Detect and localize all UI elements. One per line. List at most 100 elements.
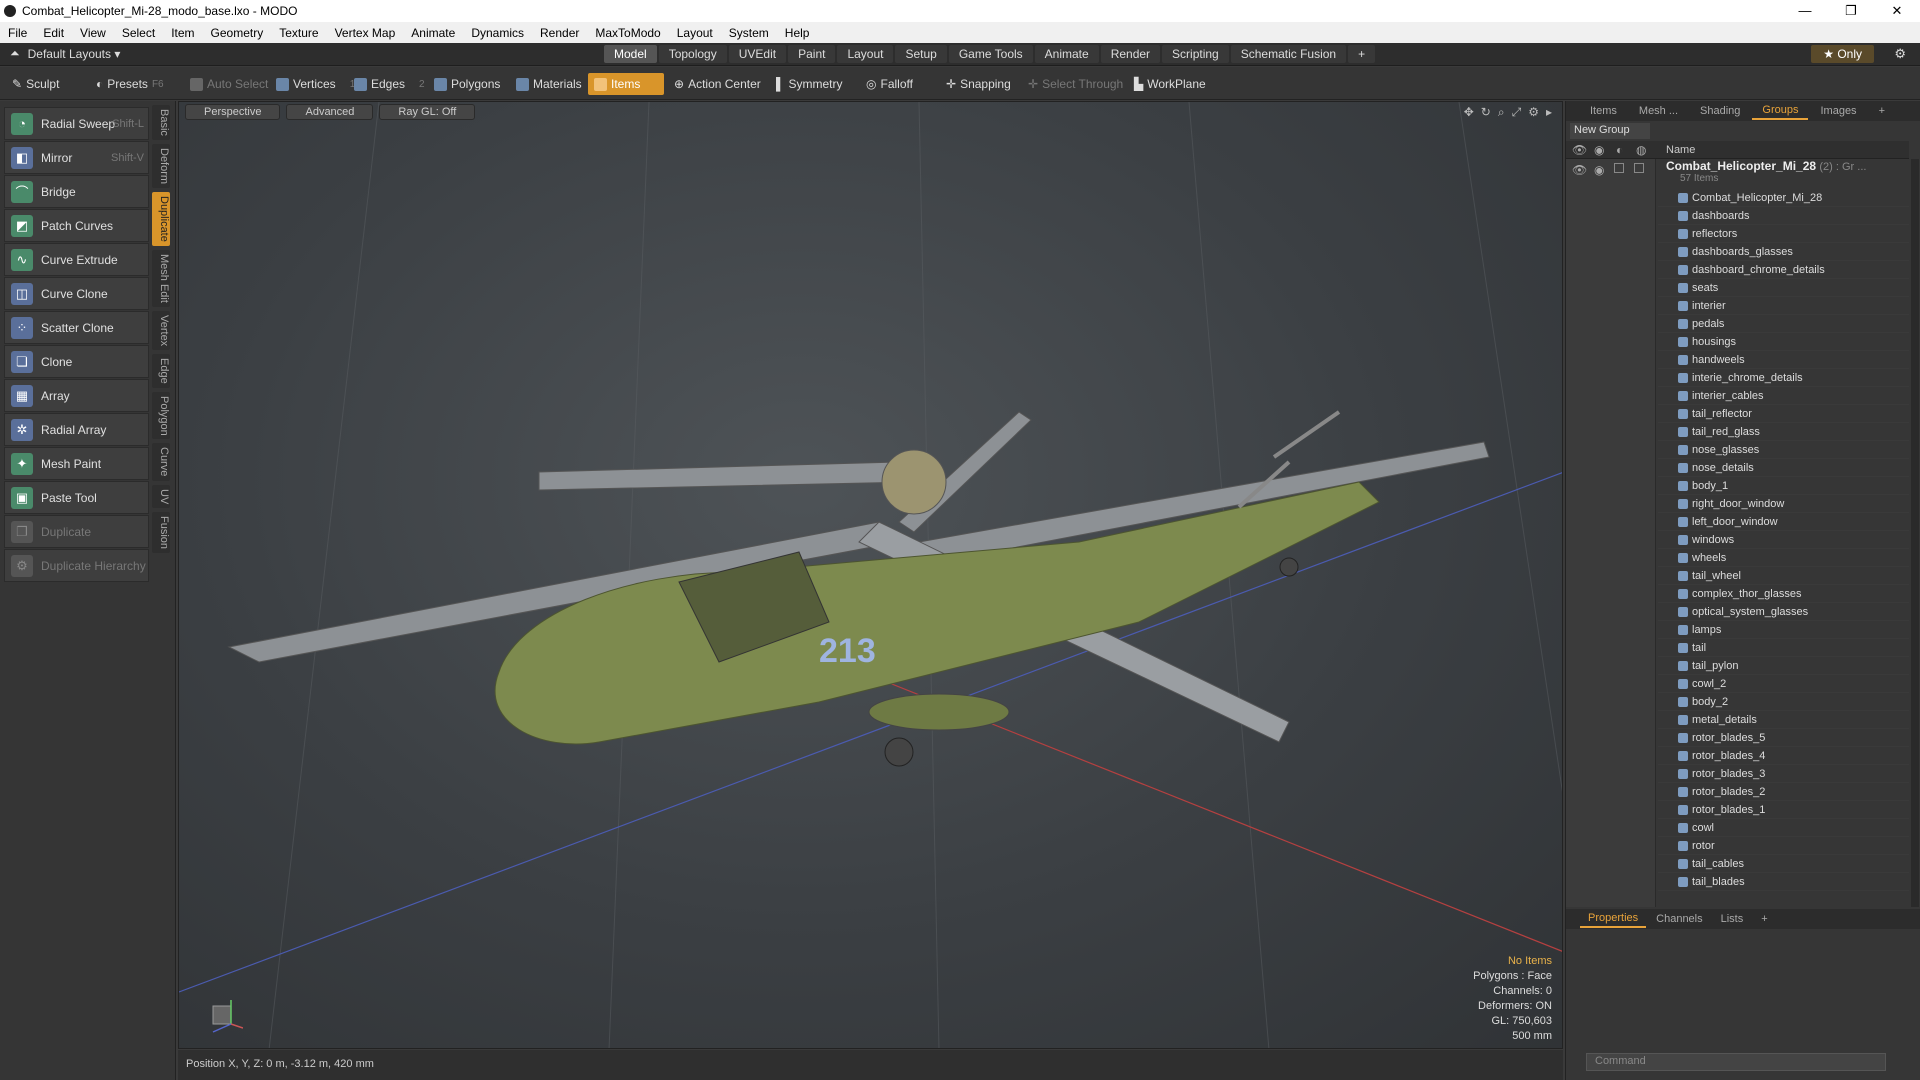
group-tree-item[interactable]: rotor_blades_3 [1658, 765, 1909, 783]
menu-vertex-map[interactable]: Vertex Map [327, 26, 404, 40]
group-tree-item[interactable]: tail [1658, 639, 1909, 657]
menu-geometry[interactable]: Geometry [203, 26, 272, 40]
group-tree-item[interactable]: optical_system_glasses [1658, 603, 1909, 621]
menu-texture[interactable]: Texture [271, 26, 326, 40]
zoom-icon[interactable]: ⌕ [1498, 105, 1505, 120]
array-button[interactable]: ▦ Array [4, 379, 149, 412]
group-tree-item[interactable]: rotor_blades_4 [1658, 747, 1909, 765]
clone-button[interactable]: ❏ Clone [4, 345, 149, 378]
add-tab-button[interactable]: + [1348, 45, 1376, 63]
menu-animate[interactable]: Animate [403, 26, 463, 40]
group-root-row[interactable]: Combat_Helicopter_Mi_28 (2) : Gr ... 57 … [1658, 159, 1909, 189]
group-tree-item[interactable]: body_1 [1658, 477, 1909, 495]
menu-view[interactable]: View [72, 26, 114, 40]
viewport-arrow-icon[interactable]: ▸ [1546, 105, 1552, 120]
tab-topology[interactable]: Topology [658, 45, 727, 63]
items-button[interactable]: Items [588, 73, 664, 95]
group-tree-item[interactable]: tail_pylon [1658, 657, 1909, 675]
group-tree-item[interactable]: left_door_window [1658, 513, 1909, 531]
helicopter-model[interactable]: 213 [227, 410, 1490, 767]
group-tree-item[interactable]: interier_cables [1658, 387, 1909, 405]
group-tree-item[interactable]: body_2 [1658, 693, 1909, 711]
group-tree-item[interactable]: cowl [1658, 819, 1909, 837]
tab-groups[interactable]: Groups [1752, 102, 1809, 120]
radial-array-button[interactable]: ✲ Radial Array [4, 413, 149, 446]
vtab-deform[interactable]: Deform [152, 143, 170, 188]
radial-sweep-button[interactable]: ◔ Radial Sweep Shift-L [4, 107, 149, 140]
command-input[interactable]: Command [1586, 1053, 1886, 1071]
menu-system[interactable]: System [721, 26, 777, 40]
group-tree-item[interactable]: rotor_blades_5 [1658, 729, 1909, 747]
group-tree-item[interactable]: metal_details [1658, 711, 1909, 729]
group-tree-item[interactable]: tail_cables [1658, 855, 1909, 873]
curve-clone-button[interactable]: ◫ Curve Clone [4, 277, 149, 310]
group-tree-item[interactable]: nose_glasses [1658, 441, 1909, 459]
tab-animate[interactable]: Animate [1034, 45, 1099, 63]
menu-item[interactable]: Item [163, 26, 202, 40]
group-tree-item[interactable]: Combat_Helicopter_Mi_28 [1658, 189, 1909, 207]
raygl-dropdown[interactable]: Ray GL: Off [379, 104, 476, 120]
duplicate-hierarchy-button[interactable]: ⚙ Duplicate Hierarchy [4, 549, 149, 582]
menu-dynamics[interactable]: Dynamics [463, 26, 532, 40]
group-tree-item[interactable]: wheels [1658, 549, 1909, 567]
edges-button[interactable]: Edges 2 [348, 73, 431, 95]
minimize-button[interactable]: — [1782, 0, 1828, 22]
bridge-button[interactable]: ⌒ Bridge [4, 175, 149, 208]
patch-curves-button[interactable]: ◩ Patch Curves [4, 209, 149, 242]
mesh-paint-button[interactable]: ✦ Mesh Paint [4, 447, 149, 480]
3d-viewport[interactable]: 213 Perspective Advanced Ray GL: Off ✥ ↻… [178, 101, 1563, 1049]
workplane-button[interactable]: ▙ WorkPlane [1128, 73, 1212, 95]
tab-channels[interactable]: Channels [1648, 911, 1710, 927]
viewport-gear-icon[interactable]: ⚙ [1528, 105, 1539, 120]
falloff-button[interactable]: ◎ Falloff [860, 73, 919, 95]
group-tree-item[interactable]: complex_thor_glasses [1658, 585, 1909, 603]
tab-model[interactable]: Model [604, 45, 657, 63]
group-tree-item[interactable]: reflectors [1658, 225, 1909, 243]
menu-render[interactable]: Render [532, 26, 587, 40]
group-tree-item[interactable]: lamps [1658, 621, 1909, 639]
curve-extrude-button[interactable]: ∿ Curve Extrude [4, 243, 149, 276]
menu-help[interactable]: Help [777, 26, 818, 40]
vtab-uv[interactable]: UV [152, 484, 170, 509]
lock-header-icon[interactable]: ◐ [1616, 143, 1623, 157]
duplicate-button[interactable]: ❐ Duplicate [4, 515, 149, 548]
select-header-icon[interactable]: ◍ [1636, 143, 1646, 157]
polygons-button[interactable]: Polygons [428, 73, 506, 95]
vtab-vertex[interactable]: Vertex [152, 310, 170, 350]
menu-edit[interactable]: Edit [35, 26, 72, 40]
auto-select-button[interactable]: Auto Select [184, 73, 274, 95]
rotate-icon[interactable]: ↻ [1481, 105, 1491, 120]
group-tree-item[interactable]: dashboards_glasses [1658, 243, 1909, 261]
visibility-header-icon[interactable]: 👁 [1572, 143, 1587, 157]
group-tree-item[interactable]: tail_blades [1658, 873, 1909, 891]
tab-scripting[interactable]: Scripting [1162, 45, 1229, 63]
group-lock-checkbox[interactable] [1614, 163, 1624, 173]
action-center-button[interactable]: ⊕ Action Center [668, 73, 767, 95]
vtab-curve[interactable]: Curve [152, 443, 170, 481]
advanced-dropdown[interactable]: Advanced [286, 104, 374, 120]
tab-items[interactable]: Items [1580, 103, 1627, 119]
group-tree-item[interactable]: seats [1658, 279, 1909, 297]
symmetry-button[interactable]: ▌ Symmetry [770, 73, 849, 95]
vtab-polygon[interactable]: Polygon [152, 391, 170, 440]
scene-canvas[interactable]: 213 [179, 102, 1563, 1049]
tab-properties[interactable]: Properties [1580, 910, 1647, 928]
group-tree-item[interactable]: right_door_window [1658, 495, 1909, 513]
vtab-duplicate[interactable]: Duplicate [152, 191, 170, 246]
tab-lists[interactable]: Lists [1713, 911, 1752, 927]
paste-tool-button[interactable]: ▣ Paste Tool [4, 481, 149, 514]
close-button[interactable]: ✕ [1874, 0, 1920, 22]
render-header-icon[interactable]: ◉ [1594, 143, 1604, 157]
group-tree-item[interactable]: housings [1658, 333, 1909, 351]
select-through-button[interactable]: ✛ Select Through [1022, 73, 1129, 95]
menu-layout[interactable]: Layout [669, 26, 721, 40]
maximize-button[interactable]: ❐ [1828, 0, 1874, 22]
tree-scrollbar[interactable] [1911, 159, 1919, 907]
menu-file[interactable]: File [0, 26, 35, 40]
tab-shading[interactable]: Shading [1690, 103, 1750, 119]
group-tree-item[interactable]: tail_wheel [1658, 567, 1909, 585]
tab-paint[interactable]: Paint [788, 45, 836, 63]
menu-select[interactable]: Select [114, 26, 163, 40]
name-column-header[interactable]: Name [1666, 144, 1695, 156]
add-panel-tab-button[interactable]: + [1869, 103, 1895, 119]
